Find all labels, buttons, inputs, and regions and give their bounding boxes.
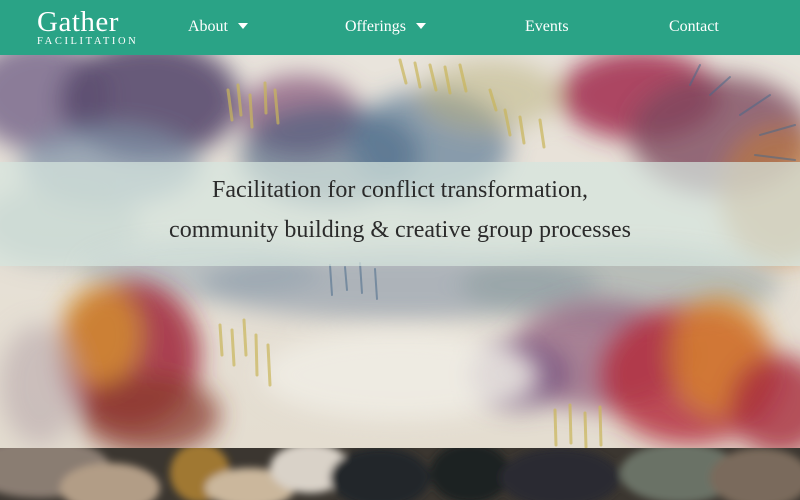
nav-about-label: About: [188, 18, 228, 35]
nav-offerings[interactable]: Offerings: [345, 18, 427, 36]
logo-wordmark: Gather: [37, 6, 119, 38]
site-logo[interactable]: Gather FACILITATION: [37, 7, 138, 48]
hero-banner: Facilitation for conflict transformation…: [0, 55, 800, 448]
group-photo: [0, 448, 800, 500]
hero-tagline: Facilitation for conflict transformation…: [0, 170, 800, 250]
top-navbar: Gather FACILITATION About Offerings Even…: [0, 0, 800, 55]
caret-down-icon: [416, 23, 427, 29]
nav-events-label: Events: [525, 18, 569, 35]
caret-down-icon: [238, 23, 248, 29]
nav-about[interactable]: About: [188, 18, 248, 36]
nav-contact-label: Contact: [669, 18, 719, 35]
photo-image: [0, 448, 800, 500]
nav-contact[interactable]: Contact: [669, 18, 719, 36]
nav-events[interactable]: Events: [525, 18, 569, 36]
nav-offerings-label: Offerings: [345, 18, 407, 35]
hero-tagline-line-1: Facilitation for conflict transformation…: [212, 177, 588, 203]
hero-tagline-line-2: community building & creative group proc…: [169, 217, 631, 243]
logo-subtitle: FACILITATION: [37, 36, 139, 47]
